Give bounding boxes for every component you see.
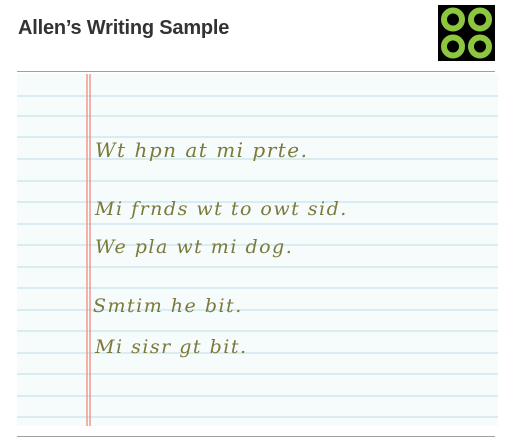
four-rings-logo-icon	[438, 5, 495, 61]
handwriting-line-4: Smtim he bit.	[93, 295, 243, 317]
footer-divider	[17, 436, 495, 437]
handwriting-line-1: Wt hpn at mi prte.	[95, 138, 309, 162]
page-title: Allen’s Writing Sample	[18, 17, 230, 39]
writing-sample-paper: Wt hpn at mi prte. Mi frnds wt to owt si…	[17, 74, 498, 426]
handwriting-line-2: Mi frnds wt to owt sid.	[95, 198, 348, 220]
handwriting-line-3: We pla wt mi dog.	[95, 236, 294, 258]
handwriting-line-5: Mi sisr gt bit.	[95, 336, 248, 358]
header-divider	[17, 71, 495, 72]
